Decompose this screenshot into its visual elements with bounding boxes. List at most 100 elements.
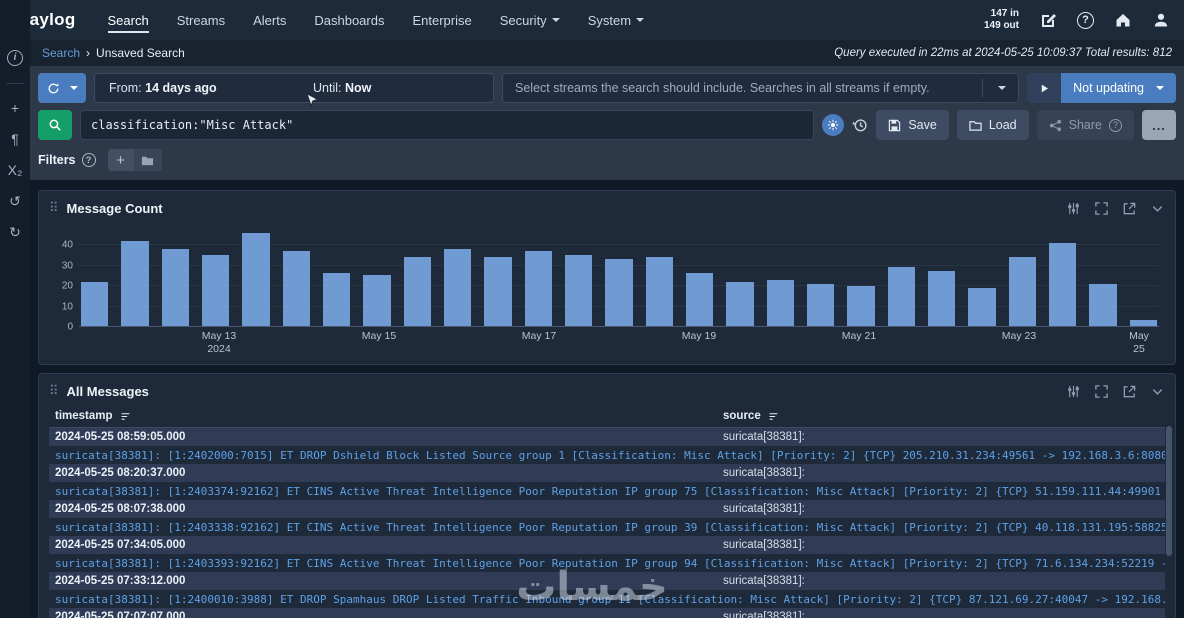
chart-bar[interactable] (121, 241, 149, 326)
panel-actions (1066, 384, 1165, 399)
chevron-down-icon[interactable] (1150, 384, 1165, 399)
home-icon[interactable] (1114, 11, 1132, 29)
add-filter-button[interactable]: + (107, 149, 134, 171)
timerange-refresh-button[interactable] (38, 73, 86, 103)
chart-bar[interactable] (605, 259, 633, 326)
column-header-source[interactable]: source (723, 410, 1159, 422)
breadcrumb: Search › Unsaved Search (42, 46, 185, 60)
message-row[interactable]: 2024-05-25 08:20:37.000 suricata[38381]: (49, 464, 1165, 482)
save-button[interactable]: Save (876, 110, 949, 140)
breadcrumb-search-link[interactable]: Search (42, 46, 80, 60)
message-row[interactable]: 2024-05-25 07:34:05.000 suricata[38381]: (49, 536, 1165, 554)
chart-ytick-label: 40 (61, 239, 73, 251)
chart-bar[interactable] (564, 255, 593, 326)
refresh-icon (48, 82, 58, 93)
strikethrough-icon[interactable]: X₂ (8, 163, 23, 177)
message-text[interactable]: suricata[38381]: [1:2403338:92162] ET CI… (49, 518, 1165, 536)
fullscreen-icon[interactable] (1094, 384, 1109, 399)
chart-bar[interactable] (1089, 283, 1117, 326)
sort-icon (121, 412, 129, 420)
undo-icon[interactable]: ↺ (9, 194, 21, 208)
query-input[interactable]: classification:"Misc Attack" (80, 110, 815, 140)
play-button[interactable] (1027, 73, 1062, 103)
fullscreen-icon[interactable] (1094, 201, 1109, 216)
message-row[interactable]: 2024-05-25 07:07:07.000 suricata[38381]: (49, 608, 1165, 618)
chart-bar[interactable] (242, 233, 270, 326)
filters-help-icon[interactable]: ? (81, 153, 96, 167)
chart-bar[interactable] (1008, 257, 1036, 326)
chart-bar[interactable] (443, 249, 472, 326)
chart-bar[interactable] (484, 257, 512, 326)
export-icon[interactable] (1122, 384, 1137, 399)
chart-settings-icon[interactable] (1066, 201, 1081, 216)
info-icon[interactable]: i (7, 50, 23, 66)
export-icon[interactable] (1122, 201, 1137, 216)
drag-handle-icon[interactable]: ⠿ (49, 200, 59, 216)
nav-item-streams[interactable]: Streams (177, 0, 225, 40)
chart-bar[interactable] (81, 281, 109, 326)
message-text[interactable]: suricata[38381]: [1:2400010:3988] ET DRO… (49, 590, 1165, 608)
message-count-panel: ⠿ Message Count 0 10 20 30 40 May 13 2024 May … (38, 190, 1176, 365)
nav-item-search[interactable]: Search (107, 0, 149, 40)
panel-title: Message Count (66, 200, 163, 216)
chart-bar[interactable] (927, 271, 956, 326)
query-history-icon[interactable] (852, 117, 868, 133)
chart-bar[interactable] (201, 255, 230, 326)
timerange-picker[interactable]: From: 14 days ago Until: Now (94, 73, 494, 103)
message-text[interactable]: suricata[38381]: [1:2403374:92162] ET CI… (49, 482, 1165, 500)
load-button[interactable]: Load (956, 110, 1029, 140)
nav-item-dashboards[interactable]: Dashboards (314, 0, 384, 40)
chart-bar[interactable] (524, 251, 552, 326)
chart-bar[interactable] (322, 273, 351, 326)
message-row[interactable]: 2024-05-25 08:59:05.000 suricata[38381]: (49, 428, 1165, 446)
message-text[interactable]: suricata[38381]: [1:2403393:92162] ET CI… (49, 554, 1165, 572)
more-actions-button[interactable]: ... (1142, 110, 1176, 140)
filter-library-button[interactable] (133, 149, 162, 171)
message-row[interactable]: 2024-05-25 08:07:38.000 suricata[38381]: (49, 500, 1165, 518)
caret-down-icon (69, 86, 78, 90)
navbar-right: 147 in 149 out ? (984, 8, 1170, 33)
message-text[interactable]: suricata[38381]: [1:2402000:7015] ET DRO… (49, 446, 1165, 464)
chart-bar[interactable] (887, 267, 915, 326)
query-settings-icon[interactable] (822, 114, 845, 136)
streams-caret (982, 79, 1007, 97)
chart-bar[interactable] (726, 281, 754, 326)
nav-item-security[interactable]: Security (500, 0, 560, 40)
chart-bar[interactable] (766, 279, 794, 326)
add-icon[interactable]: + (11, 101, 19, 115)
chart-ytick-label: 20 (61, 280, 73, 292)
redo-icon[interactable]: ↻ (9, 225, 21, 239)
nav-item-alerts[interactable]: Alerts (253, 0, 286, 40)
chart-settings-icon[interactable] (1066, 384, 1081, 399)
drag-handle-icon[interactable]: ⠿ (49, 383, 59, 399)
chart-bar[interactable] (1048, 243, 1077, 326)
chart-bar[interactable] (968, 287, 996, 326)
help-icon[interactable]: ? (1077, 11, 1094, 29)
column-header-timestamp[interactable]: timestamp (55, 410, 723, 422)
chart-bar[interactable] (645, 257, 673, 326)
caret-down-icon (1156, 86, 1164, 90)
chart-bar[interactable] (806, 283, 835, 326)
chevron-down-icon[interactable] (1150, 201, 1165, 216)
chart-bar[interactable] (847, 285, 875, 326)
sort-icon (769, 412, 778, 420)
paragraph-icon[interactable]: ¶ (11, 132, 19, 146)
chart-bar[interactable] (161, 249, 189, 326)
search-button[interactable] (38, 110, 72, 140)
nav-item-enterprise[interactable]: Enterprise (412, 0, 471, 40)
scratchpad-edit-icon[interactable] (1039, 11, 1057, 29)
not-updating-button[interactable]: Not updating (1061, 73, 1176, 103)
chart-bar[interactable] (363, 275, 391, 326)
user-icon[interactable] (1152, 11, 1170, 29)
message-row[interactable]: 2024-05-25 07:33:12.000 suricata[38381]: (49, 572, 1165, 590)
chart-bar[interactable] (1129, 319, 1157, 326)
streams-select[interactable]: Select streams the search should include… (502, 73, 1020, 103)
filters-label: Filters (38, 153, 76, 167)
nav-item-system[interactable]: System (588, 0, 645, 40)
chart-bar[interactable] (282, 251, 310, 326)
share-help-icon: ? (1109, 118, 1122, 132)
chart-bar[interactable] (403, 257, 431, 326)
messages-scrollbar[interactable] (1166, 426, 1172, 556)
share-button[interactable]: Share ? (1036, 110, 1134, 140)
chart-bar[interactable] (685, 273, 714, 326)
